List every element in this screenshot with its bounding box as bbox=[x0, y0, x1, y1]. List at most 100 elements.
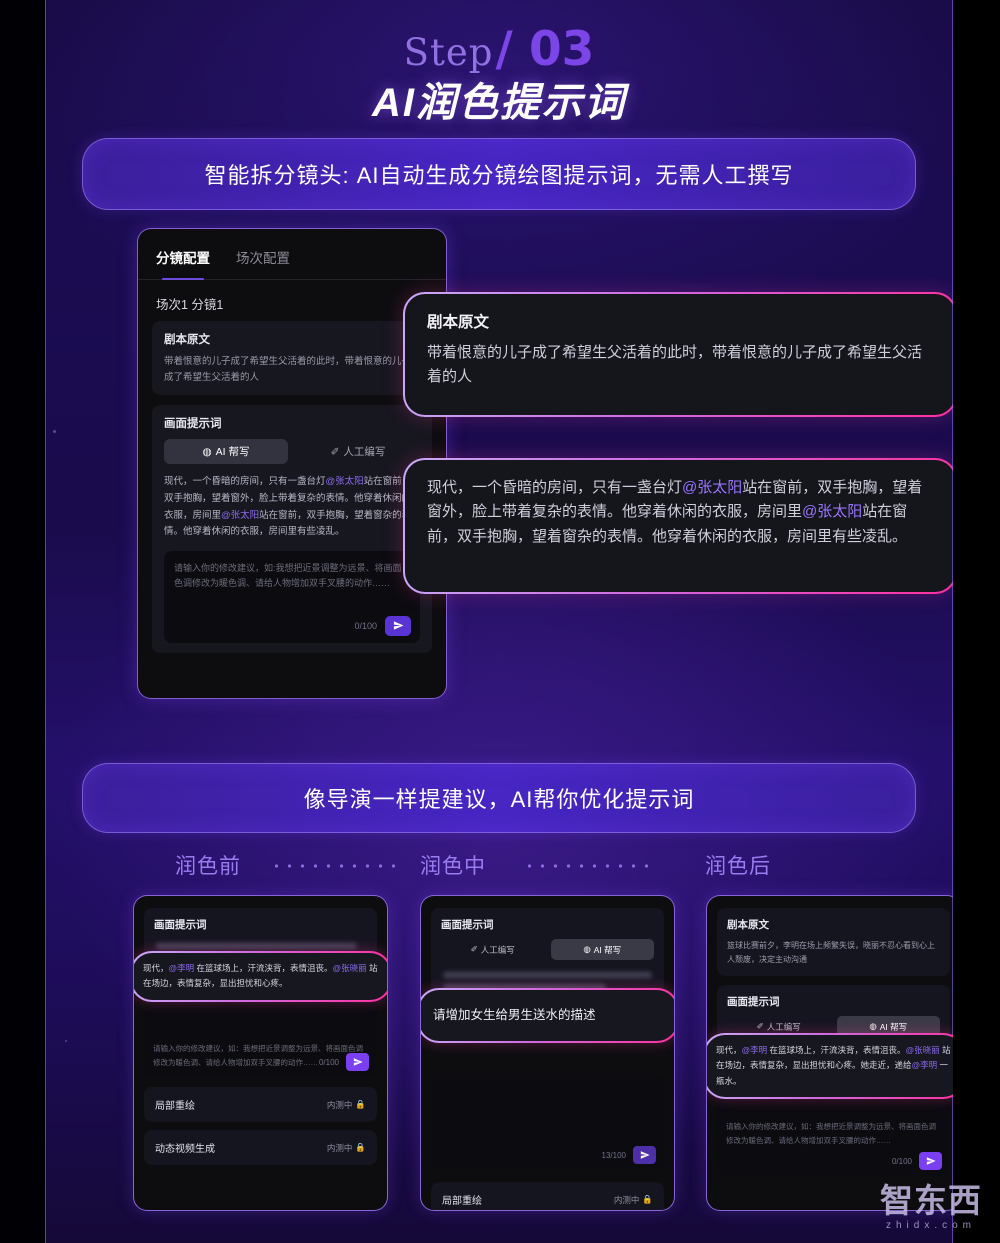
script-original-title: 剧本原文 bbox=[164, 334, 210, 346]
suggestion-placeholder: 请输入你的修改建议，如:我想把近景调整为远景、将画面色调修改为暖色调、请给人物增… bbox=[174, 562, 402, 589]
banner2-text: 像导演一样提建议，AI帮你优化提示词 bbox=[303, 787, 695, 812]
callout2-seg-a: 现代，一个昏暗的房间，只有一盏台灯 bbox=[427, 479, 683, 496]
hl-b-m2: @张晓丽 bbox=[332, 963, 367, 973]
before-prompt-title: 画面提示词 bbox=[154, 919, 207, 931]
seg-manual-write[interactable]: ✐ 人工编写 bbox=[296, 439, 420, 464]
during-mode-segmented: ✐ 人工编写 ◍ AI 帮写 bbox=[441, 939, 654, 960]
before-char-counter: 0/100 bbox=[318, 1057, 339, 1067]
send-icon[interactable] bbox=[633, 1146, 656, 1164]
hl-a-m2: @张晓丽 bbox=[905, 1045, 940, 1055]
watermark-logo-text: 智东西 bbox=[880, 1182, 982, 1219]
callout1-title: 剧本原文 bbox=[427, 314, 490, 331]
tab-scene-config[interactable]: 场次配置 bbox=[236, 247, 290, 279]
hl-a-a: 现代， bbox=[716, 1045, 742, 1055]
seg-manual-write-label: 人工编写 bbox=[480, 944, 515, 955]
callout-image-prompt: 现代，一个昏暗的房间，只有一盏台灯@张太阳站在窗前，双手抱胸，望着窗外，脸上带着… bbox=[403, 458, 953, 594]
card-before-polish: 画面提示词 请输入你的修改建议，如：我想把近景调整为远景、将画面色调修改为暖色调… bbox=[133, 895, 388, 1211]
feature-label: 局部重绘 bbox=[442, 1196, 482, 1207]
send-icon[interactable] bbox=[919, 1152, 942, 1170]
star-dot bbox=[65, 1040, 67, 1042]
prompt-mention-1: @张太阳 bbox=[325, 476, 364, 488]
hl-b-b: 在篮球场上，汗流浃背，表情沮丧。 bbox=[194, 963, 333, 973]
send-icon[interactable] bbox=[346, 1053, 369, 1071]
feature-row-local-redraw[interactable]: 局部重绘 内测中 🔒 bbox=[431, 1182, 664, 1210]
lock-icon: 🔒 bbox=[355, 1142, 366, 1152]
highlight-after-prompt: 现代，@李明 在篮球场上，汗流浃背，表情沮丧。@张晓丽 站在场边，表情复杂，显出… bbox=[707, 1033, 953, 1099]
script-original-card[interactable]: 剧本原文 带着恨意的儿子成了希望生父活着的此时，带着恨意的儿子成了希望生父活着的… bbox=[152, 321, 432, 396]
callout2-text: 现代，一个昏暗的房间，只有一盏台灯@张太阳站在窗前，双手抱胸，望着窗外，脸上带着… bbox=[427, 476, 933, 549]
left-dark-margin bbox=[0, 0, 45, 1243]
stage-labels: 润色前 润色中 润色后 bbox=[45, 850, 953, 890]
char-counter: 0/100 bbox=[354, 620, 377, 631]
during-suggestion-footer: 13/100 bbox=[602, 1146, 656, 1164]
seg-manual-write[interactable]: ✐ 人工编写 bbox=[441, 939, 545, 960]
callout2-mention-1: @张太阳 bbox=[682, 479, 743, 496]
seg-ai-write-label: AI 帮写 bbox=[593, 944, 622, 955]
card-after-polish: 剧本原文 篮球比赛前夕，李明在场上频繁失误，晓丽不忍心看到心上人颓废，决定主动沟… bbox=[706, 895, 953, 1211]
banner1-text: 智能拆分镜头: AI自动生成分镜绘图提示词，无需人工撰写 bbox=[204, 163, 794, 188]
prompt-body-text: 现代，一个昏暗的房间，只有一盏台灯@张太阳站在窗前，双手抱胸，望着窗外，脸上带着… bbox=[164, 474, 420, 541]
feature-row-video-gen[interactable]: 动态视频生成 内测中 🔒 bbox=[144, 1130, 377, 1165]
ai-assist-icon: ◍ bbox=[202, 445, 212, 458]
suggestion-footer: 0/100 bbox=[354, 615, 411, 636]
during-suggestion-box[interactable]: 13/100 bbox=[431, 1074, 664, 1170]
before-suggestion-footer: 0/100 bbox=[319, 1053, 369, 1071]
watermark-domain: zhidx.com bbox=[885, 1220, 976, 1231]
after-char-counter: 0/100 bbox=[891, 1156, 912, 1166]
hl-a-m3: @李明 bbox=[911, 1060, 938, 1071]
after-script-text: 篮球比赛前夕，李明在场上频繁失误，晓丽不忍心看到心上人颓废，决定主动沟通 bbox=[727, 941, 935, 964]
label-before: 润色前 bbox=[175, 855, 241, 878]
feature-status: 内测中 🔒 bbox=[326, 1142, 366, 1153]
feature-label: 动态视频生成 bbox=[155, 1144, 215, 1155]
suggestion-input-box[interactable]: 请输入你的修改建议，如:我想把近景调整为远景、将画面色调修改为暖色调、请给人物增… bbox=[164, 550, 420, 643]
pencil-icon: ✐ bbox=[756, 1021, 764, 1031]
poster-stage: Step/ 03 AI润色提示词 智能拆分镜头: AI自动生成分镜绘图提示词，无… bbox=[45, 0, 953, 1243]
card-during-polish: 画面提示词 ✐ 人工编写 ◍ AI 帮写 正在帮写提示词... bbox=[420, 895, 675, 1211]
watermark-zhidx: 智东西 zhidx.com bbox=[880, 1184, 982, 1231]
storyboard-app-panel: 分镜配置 场次配置 场次1 分镜1 剧本原文 带着恨意的儿子成了希望生父活着的此… bbox=[137, 228, 447, 699]
label-after: 润色后 bbox=[705, 855, 771, 878]
tab-storyboard-config[interactable]: 分镜配置 bbox=[156, 247, 210, 280]
hl-b-a: 现代， bbox=[143, 963, 169, 973]
ai-assist-icon: ◍ bbox=[583, 944, 591, 954]
after-suggestion-placeholder: 请输入你的修改建议，如：我想把近景调整为远景、将画面色调修改为暖色调、请给人物增… bbox=[726, 1122, 936, 1145]
seg-manual-write-label: 人工编写 bbox=[343, 446, 386, 459]
hl-b-m1: @李明 bbox=[168, 963, 195, 973]
hl-a-b: 在篮球场上，汗流浃背，表情沮丧。 bbox=[767, 1045, 906, 1055]
lock-icon: 🔒 bbox=[642, 1194, 653, 1204]
after-suggestion-footer: 0/100 bbox=[892, 1152, 942, 1170]
send-icon[interactable] bbox=[385, 615, 411, 636]
label-during: 润色中 bbox=[420, 855, 486, 878]
image-prompt-card: 画面提示词 ◍ AI 帮写 ✐ 人工编写 现代，一个昏暗的房间，只有一盏台灯@张… bbox=[152, 405, 432, 653]
seg-ai-write-label: AI 帮写 bbox=[215, 446, 250, 459]
during-char-counter: 13/100 bbox=[601, 1150, 626, 1160]
page-title: AI润色提示词 bbox=[372, 81, 626, 125]
ai-assist-icon: ◍ bbox=[869, 1021, 877, 1031]
scene-label: 场次1 分镜1 bbox=[156, 298, 224, 312]
seg-ai-write[interactable]: ◍ AI 帮写 bbox=[550, 939, 654, 960]
highlight-before-prompt: 现代，@李明 在篮球场上，汗流浃背，表情沮丧。@张晓丽 站在场边，表情复杂，显出… bbox=[134, 951, 387, 1002]
banner-director-advice: 像导演一样提建议，AI帮你优化提示词 bbox=[82, 763, 916, 833]
star-dot bbox=[53, 430, 56, 433]
seg-ai-write-label: AI 帮写 bbox=[879, 1021, 908, 1032]
after-script-title: 剧本原文 bbox=[727, 919, 769, 931]
feature-row-local-redraw[interactable]: 局部重绘 内测中 🔒 bbox=[144, 1087, 377, 1122]
pencil-icon: ✐ bbox=[330, 445, 340, 458]
after-prompt-title: 画面提示词 bbox=[727, 996, 780, 1008]
hl-a-m1: @李明 bbox=[741, 1045, 768, 1055]
lock-icon: 🔒 bbox=[355, 1099, 366, 1109]
callout2-mention-2: @张太阳 bbox=[802, 503, 863, 521]
panel-tabs: 分镜配置 场次配置 bbox=[138, 229, 446, 280]
callout1-text: 带着恨意的儿子成了希望生父活着的此时，带着恨意的儿子成了希望生父活着的人 bbox=[427, 344, 923, 386]
seg-ai-write[interactable]: ◍ AI 帮写 bbox=[164, 439, 288, 465]
prompt-mention-2: @张太阳 bbox=[221, 509, 260, 521]
step-word: Step bbox=[403, 31, 494, 74]
during-prompt-title: 画面提示词 bbox=[441, 919, 494, 931]
feature-status: 内测中 🔒 bbox=[613, 1194, 653, 1205]
callout-script-original: 剧本原文 带着恨意的儿子成了希望生父活着的此时，带着恨意的儿子成了希望生父活着的… bbox=[403, 292, 953, 417]
dots-connector-1 bbox=[270, 864, 400, 868]
after-script-section: 剧本原文 篮球比赛前夕，李明在场上频繁失误，晓丽不忍心看到心上人颓废，决定主动沟… bbox=[717, 908, 950, 976]
banner-split-shots: 智能拆分镜头: AI自动生成分镜绘图提示词，无需人工撰写 bbox=[82, 138, 916, 210]
seg-manual-write-label: 人工编写 bbox=[766, 1021, 801, 1032]
pencil-icon: ✐ bbox=[470, 944, 478, 954]
